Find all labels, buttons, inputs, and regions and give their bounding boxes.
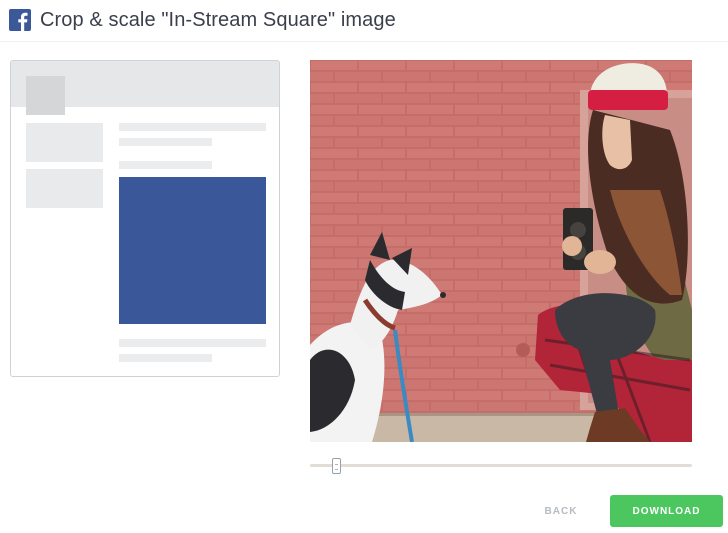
preview-text-line bbox=[119, 339, 266, 347]
preview-sidebar-block bbox=[26, 123, 103, 162]
zoom-slider-track[interactable] bbox=[310, 464, 692, 467]
page-title: Crop & scale "In-Stream Square" image bbox=[40, 8, 396, 31]
preview-text-line bbox=[119, 123, 266, 131]
facebook-icon bbox=[9, 9, 31, 31]
crop-image-illustration bbox=[310, 60, 692, 442]
zoom-slider-handle[interactable] bbox=[332, 458, 341, 474]
crop-image[interactable] bbox=[310, 60, 692, 442]
download-button[interactable]: DOWNLOAD bbox=[610, 495, 723, 527]
preview-text-line bbox=[119, 161, 212, 169]
header: Crop & scale "In-Stream Square" image bbox=[9, 8, 396, 32]
ad-preview-mockup bbox=[10, 60, 280, 377]
back-button[interactable]: BACK bbox=[532, 496, 590, 526]
preview-image-placeholder bbox=[119, 177, 266, 324]
preview-text-line bbox=[119, 138, 212, 146]
preview-text-line bbox=[119, 354, 212, 362]
preview-sidebar-block bbox=[26, 169, 103, 208]
preview-avatar-placeholder bbox=[26, 76, 65, 115]
header-divider bbox=[0, 41, 728, 42]
